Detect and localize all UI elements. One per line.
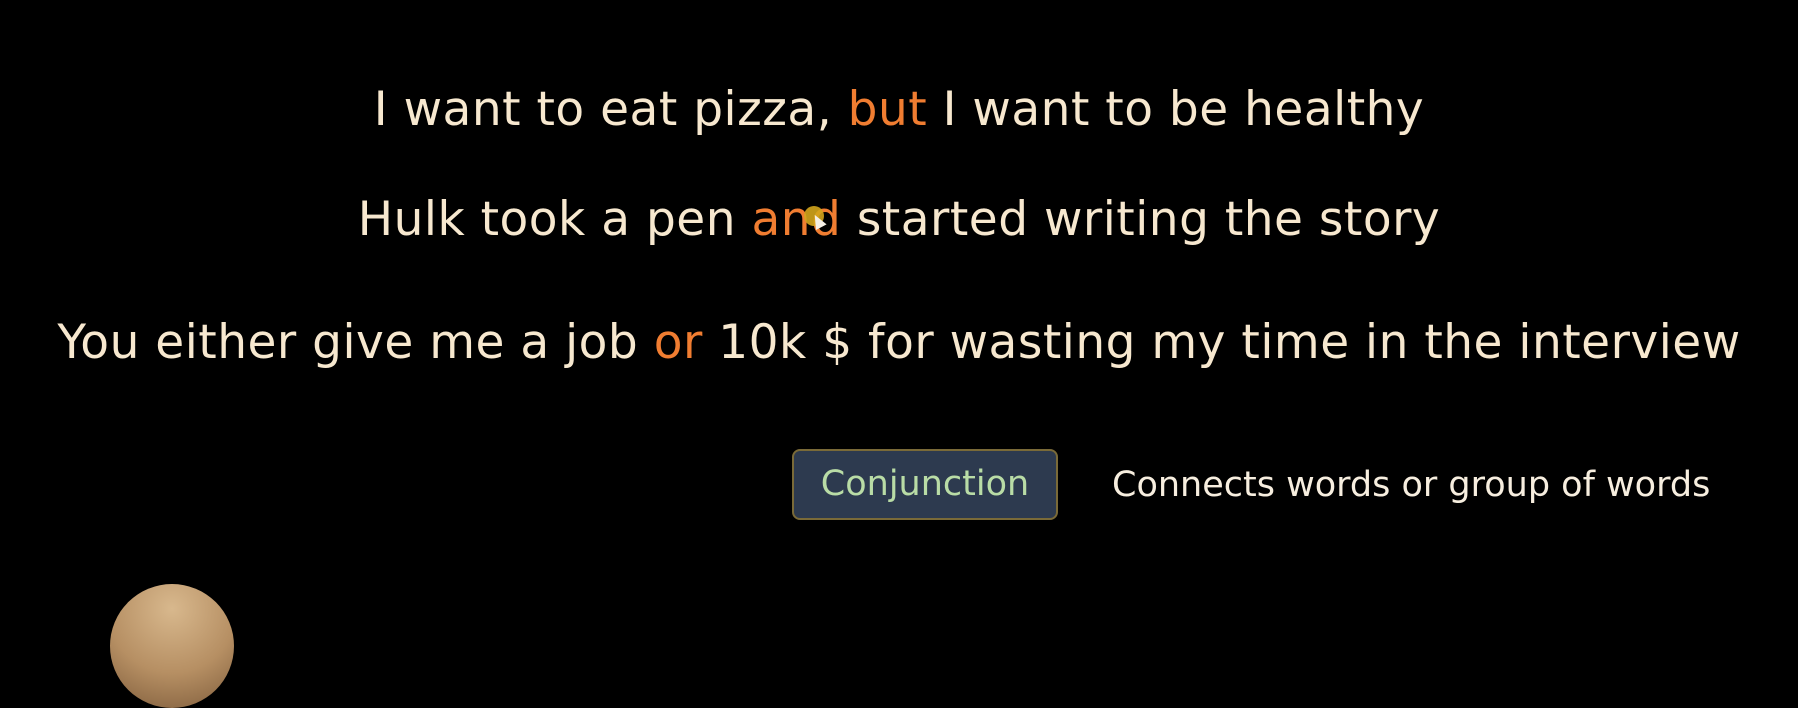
- conjunction-but: but: [847, 82, 928, 137]
- concept-definition: Connects words or group of words: [1112, 465, 1711, 505]
- conjunction-and: and: [751, 192, 842, 247]
- sentence-1-before: I want to eat pizza,: [373, 82, 848, 137]
- sentence-1-after: I want to be healthy: [927, 82, 1425, 137]
- example-sentence-1: I want to eat pizza, but I want to be he…: [0, 80, 1798, 140]
- sentence-3-before: You either give me a job: [57, 315, 654, 370]
- sentence-3-after: 10k $ for wasting my time in the intervi…: [702, 315, 1741, 370]
- concept-chip: Conjunction: [792, 449, 1058, 520]
- sentence-2-after: started writing the story: [841, 192, 1441, 247]
- conjunction-or: or: [653, 315, 703, 370]
- sentence-2-before: Hulk took a pen: [357, 192, 752, 247]
- example-sentence-2: Hulk took a pen and started writing the …: [0, 190, 1798, 250]
- example-sentence-3: You either give me a job or 10k $ for wa…: [0, 313, 1798, 373]
- presenter-avatar: [110, 584, 234, 708]
